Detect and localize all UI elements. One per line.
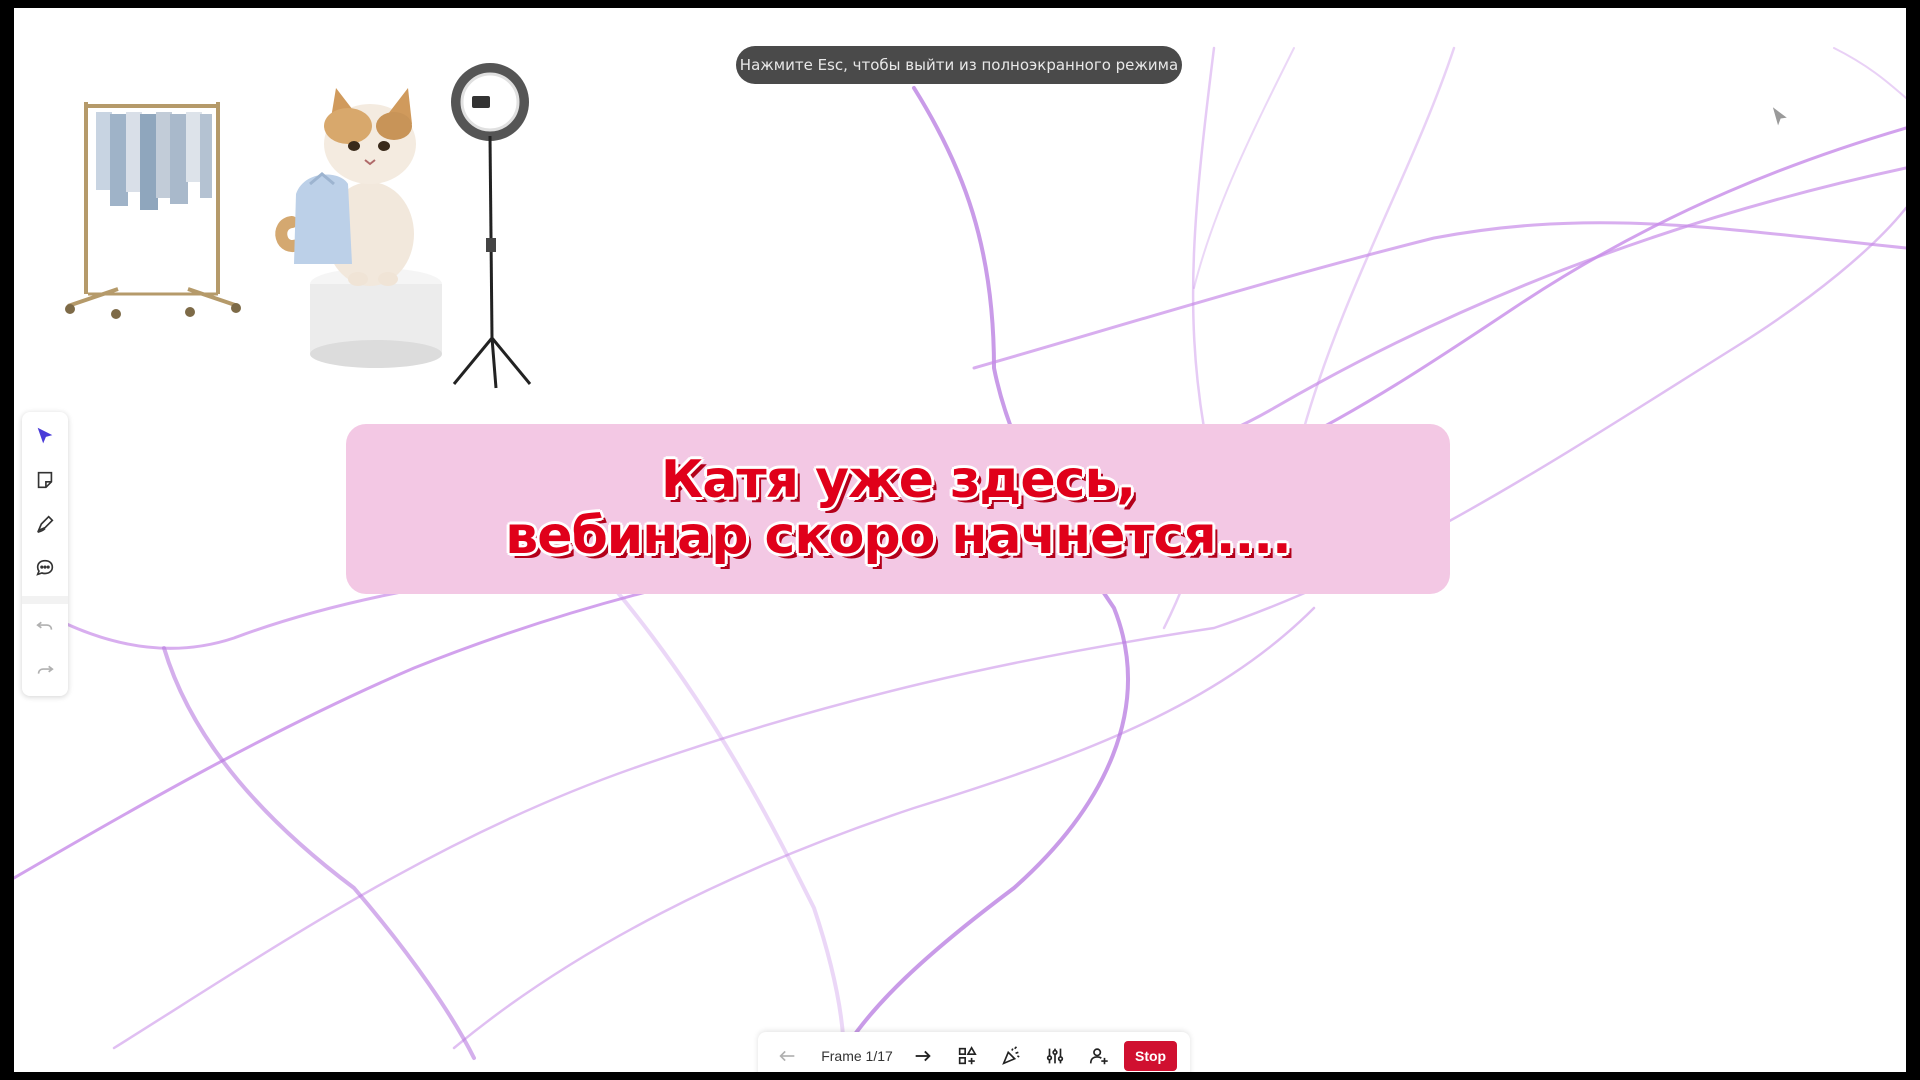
banner-line-2: вебинар скоро начнется.... bbox=[505, 506, 1291, 566]
settings-sliders-icon bbox=[1046, 1048, 1064, 1064]
sticky-note-icon bbox=[37, 471, 53, 489]
reactions-icon bbox=[1002, 1046, 1020, 1065]
redo-icon bbox=[37, 665, 54, 674]
presentation-controls-bar: Frame 1/17 Stop bbox=[758, 1032, 1190, 1072]
ring-light-image[interactable] bbox=[434, 58, 544, 398]
presentation-canvas[interactable]: Катя уже здесь, вебинар скоро начнется..… bbox=[14, 8, 1906, 1072]
reactions-button[interactable] bbox=[996, 1042, 1026, 1070]
clothes-rack-image[interactable] bbox=[58, 94, 248, 334]
mouse-pointer-icon bbox=[1771, 104, 1790, 129]
add-user-icon bbox=[1089, 1048, 1108, 1065]
add-shapes-button[interactable] bbox=[952, 1042, 982, 1070]
fullscreen-exit-toast: Нажмите Esc, чтобы выйти из полноэкранно… bbox=[736, 46, 1182, 84]
banner-line-1: Катя уже здесь, bbox=[660, 450, 1136, 510]
undo-icon bbox=[36, 621, 53, 630]
arrow-right-icon bbox=[915, 1050, 931, 1062]
add-shapes-icon bbox=[958, 1046, 977, 1065]
pen-tool-button[interactable] bbox=[29, 508, 61, 540]
previous-frame-button[interactable] bbox=[772, 1042, 802, 1070]
toolbar-divider bbox=[22, 596, 68, 604]
invite-user-button[interactable] bbox=[1084, 1042, 1114, 1070]
banner-text: Катя уже здесь, вебинар скоро начнется..… bbox=[346, 452, 1450, 564]
cursor-arrow-icon bbox=[37, 427, 53, 444]
comment-tool-button[interactable] bbox=[29, 552, 61, 584]
arrow-left-icon bbox=[779, 1050, 795, 1062]
redo-button[interactable] bbox=[29, 654, 61, 686]
pen-icon bbox=[37, 515, 54, 534]
select-tool-button[interactable] bbox=[29, 420, 61, 452]
sticky-note-tool-button[interactable] bbox=[29, 464, 61, 496]
next-frame-button[interactable] bbox=[908, 1042, 938, 1070]
stop-presentation-button[interactable]: Stop bbox=[1124, 1041, 1178, 1071]
settings-button[interactable] bbox=[1040, 1042, 1070, 1070]
comment-icon bbox=[36, 559, 54, 576]
undo-button[interactable] bbox=[29, 610, 61, 642]
frame-counter: Frame 1/17 bbox=[821, 1048, 893, 1064]
announcement-banner[interactable]: Катя уже здесь, вебинар скоро начнется..… bbox=[346, 424, 1450, 594]
left-toolbar bbox=[22, 412, 68, 696]
